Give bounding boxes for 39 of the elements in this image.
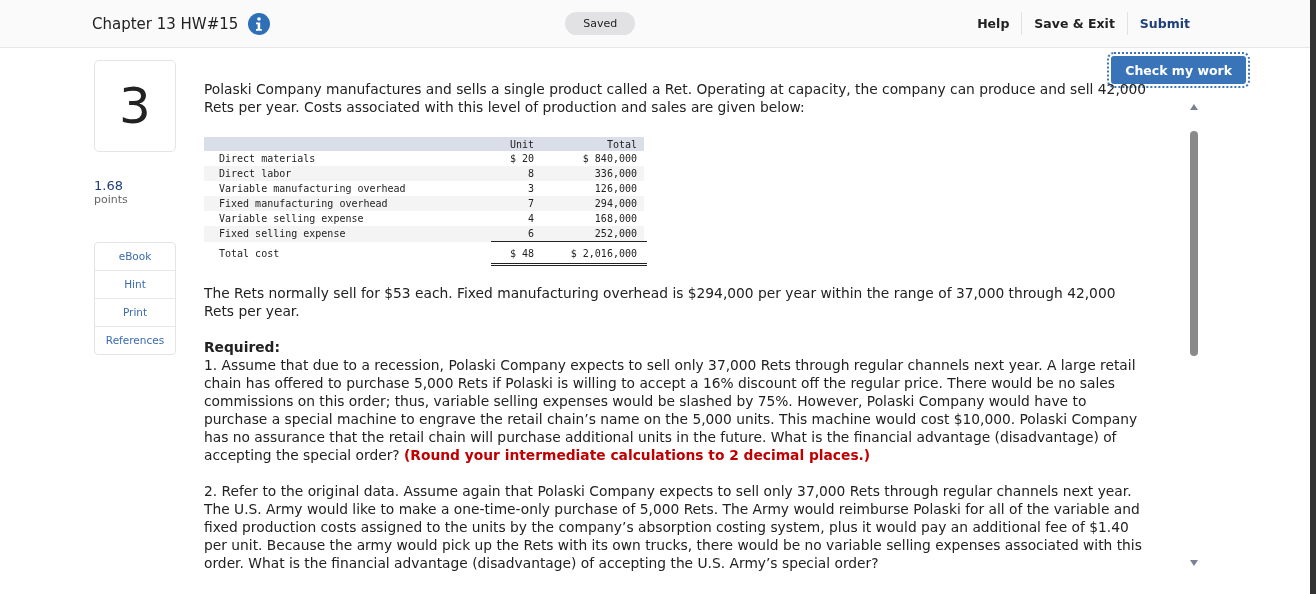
table-cell-text: Fixed selling expense bbox=[218, 227, 347, 241]
header-link[interactable]: Help bbox=[965, 12, 1022, 35]
table-cell-text: 126,000 bbox=[593, 182, 638, 196]
points-label: points bbox=[94, 193, 129, 206]
tool-link[interactable]: eBook bbox=[95, 243, 175, 270]
table-cell-text: Fixed manufacturing overhead bbox=[218, 197, 389, 211]
required-heading: Required: bbox=[204, 338, 281, 356]
tool-link[interactable]: Print bbox=[95, 298, 175, 326]
table-cell-text: Total cost bbox=[218, 247, 281, 261]
saved-status: Saved bbox=[565, 12, 636, 35]
tool-link[interactable]: Hint bbox=[95, 270, 175, 298]
table-cell: 252,000 bbox=[544, 226, 647, 242]
column-header: Unit bbox=[508, 138, 535, 151]
table-cell-text: 7 bbox=[526, 197, 535, 211]
question-text: The Rets normally sell for $53 each. Fixed manufacturing overhead is $294,000 per year within the range of 37,000 through 42,000 Rets per year. bbox=[204, 284, 1117, 320]
assignment-title: Chapter 13 HW#15 bbox=[92, 14, 239, 33]
table-cell-text: $ 20 bbox=[508, 152, 535, 166]
table-cell-text: 4 bbox=[526, 212, 535, 226]
table-cell: $ 48 bbox=[491, 244, 544, 266]
table-cell-text: 168,000 bbox=[593, 212, 638, 226]
table-cell: $ 2,016,000 bbox=[544, 244, 647, 266]
table-cell-text: Variable manufacturing overhead bbox=[218, 182, 407, 196]
requirement-text: 2. Refer to the original data. Assume again that Polaski Company expects to sell only 37,000 Rets through regular channels next year. The U.S. Army would like to make a one-time-only purchase of 5,000 Rets. The Army would reimburse Polaski for all of the variable and fixed production costs assigned to the units by the company’s absorption costing system, plus it would pay an additional fee of $1.40 per unit. Because the army would pick up the Rets with its own trucks, there would be no variable selling expenses associated with this order. What is the financial advantage (disadvantage) of accepting the U.S. Army’s special order? bbox=[204, 482, 1143, 572]
table-cell-text: 336,000 bbox=[593, 167, 638, 181]
table-cell-text: Direct materials bbox=[218, 152, 317, 166]
points-value: 1.68 bbox=[94, 178, 124, 193]
table-cell: 6 bbox=[491, 226, 544, 242]
table-cell-text: 8 bbox=[526, 167, 535, 181]
tool-link[interactable]: References bbox=[95, 326, 175, 354]
requirement-text: 1. Assume that due to a recession, Polaski Company expects to sell only 37,000 Rets through regular channels next year. A large retail chain has offered to purchase 5,000 Rets if Polaski is willing to accept a 16% discount off the regular price. There would be no sales commissions on this order; thus, variable selling expenses would be slashed by 75%. However, Polaski Company would have to purchase a special machine to engrave the retail chain’s name on the 5,000 units. This machine would cost $10,000. Polaski Company has no assurance that the retail chain will purchase additional units in the future. What is the financial advantage (disadvantage) of accepting the special order? (Round your intermediate calculations to 2 decimal places.) bbox=[204, 356, 1139, 464]
table-cell-text: 294,000 bbox=[593, 197, 638, 211]
header-link[interactable]: Save & Exit bbox=[1021, 12, 1127, 35]
table-cell-text: $ 840,000 bbox=[581, 152, 638, 166]
header-link[interactable]: Submit bbox=[1126, 12, 1202, 35]
table-cell-text: Direct labor bbox=[218, 167, 293, 181]
table-cell-text: 3 bbox=[526, 182, 535, 196]
table-cell-text: Variable selling expense bbox=[218, 212, 365, 226]
column-header: Total bbox=[605, 138, 638, 151]
question-number: 3 bbox=[94, 60, 176, 152]
